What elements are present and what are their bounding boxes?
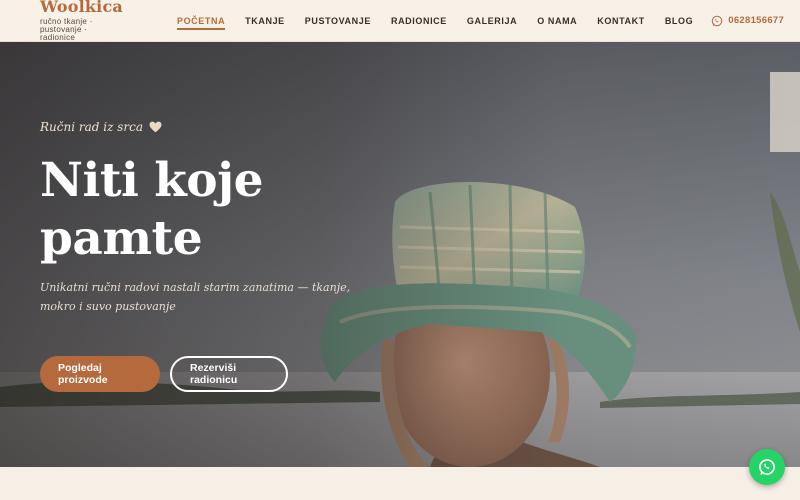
brand-name: Woolkica (40, 0, 123, 16)
nav-item-blog[interactable]: BLOG (655, 0, 703, 42)
hero-subtitle: Unikatni ručni radovi nastali starim zan… (40, 281, 351, 313)
nav-item-kontakt[interactable]: KONTAKT (587, 0, 655, 42)
nav-item-radionice[interactable]: RADIONICE (381, 0, 457, 42)
hero-actions: Pogledaj proizvode Rezerviši radionicu (40, 356, 288, 392)
main-nav: POČETNA TKANJE PUSTOVANJE RADIONICE GALE… (167, 0, 784, 42)
hero-content: Ručni rad iz srca Niti koje pamte Unikat… (40, 120, 380, 316)
brand-logo[interactable]: Woolkica ručno tkanje · pustovanje · rad… (40, 0, 123, 42)
nav-item-pustovanje[interactable]: PUSTOVANJE (295, 0, 381, 42)
whatsapp-icon (759, 459, 775, 475)
phone-link[interactable]: 0628156677 (711, 15, 784, 27)
hero-kicker-text: Ručni rad iz srca (40, 120, 143, 134)
below-hero-strip (0, 467, 800, 500)
hero-kicker: Ručni rad iz srca (40, 120, 380, 134)
site-header: Woolkica ručno tkanje · pustovanje · rad… (0, 0, 800, 42)
hero-section: Ručni rad iz srca Niti koje pamte Unikat… (0, 42, 800, 467)
nav-item-pocetna[interactable]: POČETNA (167, 0, 235, 42)
whatsapp-chat-button[interactable] (749, 449, 785, 485)
nav-item-tkanje[interactable]: TKANJE (235, 0, 295, 42)
book-workshop-button[interactable]: Rezerviši radionicu (170, 356, 288, 392)
heart-icon (149, 121, 162, 133)
view-products-button[interactable]: Pogledaj proizvode (40, 356, 160, 392)
brand-tagline: ručno tkanje · pustovanje · radionice (40, 17, 93, 42)
hero-title: Niti koje pamte (40, 153, 264, 266)
nav-item-o-nama[interactable]: O NAMA (527, 0, 587, 42)
phone-number: 0628156677 (728, 15, 785, 26)
nav-item-galerija[interactable]: GALERIJA (457, 0, 527, 42)
whatsapp-icon (711, 15, 723, 26)
